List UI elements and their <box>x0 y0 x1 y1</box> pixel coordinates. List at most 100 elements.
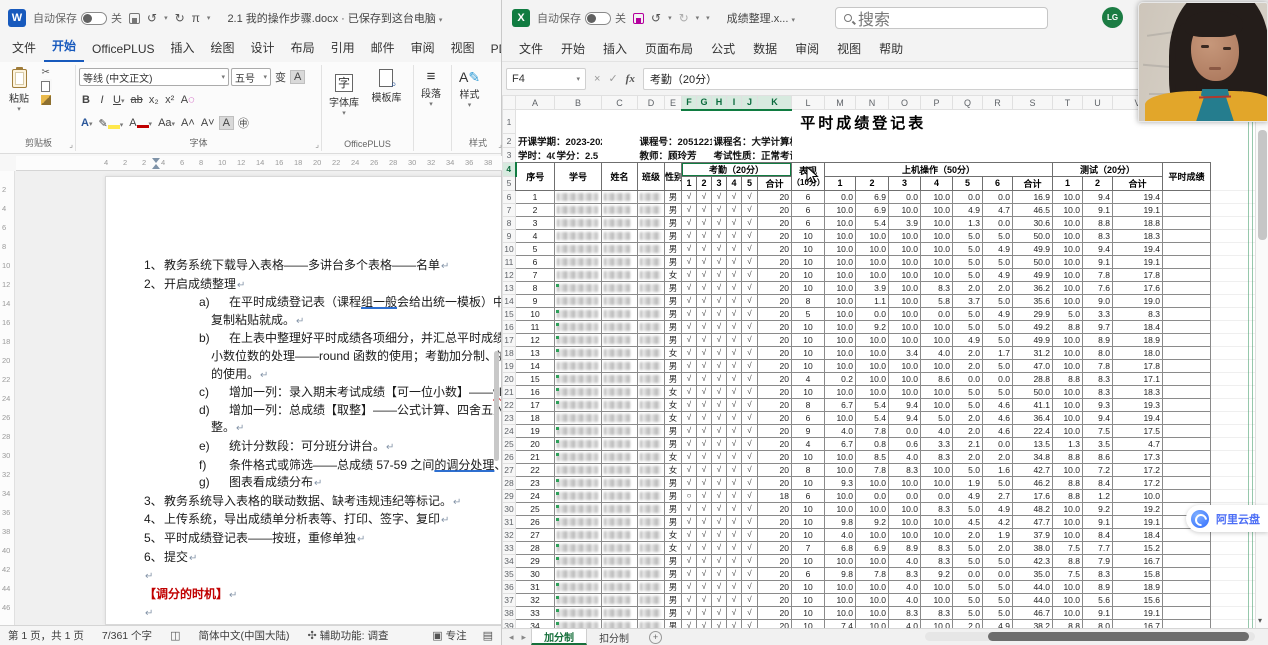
computer-score-cell[interactable]: 5.0 <box>953 398 983 411</box>
attendance-check-cell[interactable]: √ <box>682 580 697 593</box>
performance-cell[interactable]: 10 <box>792 346 825 359</box>
performance-cell[interactable]: 10 <box>792 515 825 528</box>
computer-score-cell[interactable]: 4.0 <box>889 450 921 463</box>
col-header-T[interactable]: T <box>1053 96 1083 110</box>
test1-cell[interactable]: 8.8 <box>1053 619 1083 628</box>
row-header-18[interactable]: 18 <box>503 346 516 359</box>
save-icon[interactable] <box>633 13 644 24</box>
test2-cell[interactable]: 8.9 <box>1083 333 1113 346</box>
attendance-check-cell[interactable]: √ <box>742 372 758 385</box>
student-id-blurred[interactable] <box>555 463 602 476</box>
computer-score-cell[interactable]: 5.0 <box>953 320 983 333</box>
horizontal-scrollbar-thumb[interactable] <box>988 632 1249 641</box>
computer-score-cell[interactable]: 5.0 <box>953 268 983 281</box>
info-cell[interactable]: 考试性质：正常考试 <box>712 148 792 163</box>
computer-score-cell[interactable]: 2.0 <box>953 450 983 463</box>
computer-score-cell[interactable]: 10.0 <box>921 268 953 281</box>
computer-score-cell[interactable]: 10.0 <box>825 203 856 216</box>
seq-cell[interactable]: 16 <box>516 385 555 398</box>
gender-cell[interactable]: 男 <box>665 606 682 619</box>
undo-icon[interactable]: ↺ <box>651 12 661 24</box>
attendance-sum-cell[interactable]: 20 <box>758 567 792 580</box>
total-score-cell[interactable] <box>1163 437 1211 450</box>
seq-cell[interactable]: 24 <box>516 489 555 502</box>
total-score-cell[interactable] <box>1163 580 1211 593</box>
seq-cell[interactable]: 3 <box>516 216 555 229</box>
computer-score-cell[interactable]: 10.0 <box>825 307 856 320</box>
spreadsheet-grid[interactable]: ABCDEFGHIJKLMNOPQRSTUVW1平时成绩登记表2开课学期：202… <box>502 95 1255 628</box>
sub-header[interactable]: 合计 <box>758 176 792 190</box>
tab-PDF[interactable]: PDF <box>483 38 501 62</box>
attendance-check-cell[interactable]: √ <box>727 606 742 619</box>
total-score-cell[interactable] <box>1163 320 1211 333</box>
computer-score-cell[interactable]: 4.0 <box>889 580 921 593</box>
proofing-icon[interactable]: ◫ <box>170 629 180 642</box>
gender-cell[interactable]: 男 <box>665 554 682 567</box>
attendance-check-cell[interactable]: √ <box>712 255 727 268</box>
attendance-sum-cell[interactable]: 20 <box>758 190 792 203</box>
attendance-check-cell[interactable]: √ <box>727 593 742 606</box>
row-header-28[interactable]: 28 <box>503 476 516 489</box>
attendance-check-cell[interactable]: √ <box>697 229 712 242</box>
computer-score-cell[interactable]: 1.7 <box>983 346 1013 359</box>
hanging-indent-marker[interactable] <box>152 164 160 169</box>
performance-cell[interactable]: 4 <box>792 372 825 385</box>
attendance-check-cell[interactable]: √ <box>727 307 742 320</box>
performance-cell[interactable]: 5 <box>792 307 825 320</box>
attendance-sum-cell[interactable]: 20 <box>758 320 792 333</box>
gender-cell[interactable]: 男 <box>665 281 682 294</box>
computer-score-cell[interactable]: 0.0 <box>889 190 921 203</box>
enclose-character-icon[interactable]: ㊥ <box>236 114 251 132</box>
attendance-check-cell[interactable]: √ <box>742 450 758 463</box>
performance-cell[interactable]: 6 <box>792 203 825 216</box>
computer-score-cell[interactable]: 10.0 <box>856 593 889 606</box>
class-blurred[interactable] <box>638 255 665 268</box>
attendance-check-cell[interactable]: √ <box>727 528 742 541</box>
computer-score-cell[interactable]: 2.0 <box>983 541 1013 554</box>
computer-score-cell[interactable]: 10.0 <box>825 411 856 424</box>
computer-score-cell[interactable]: 5.0 <box>953 255 983 268</box>
attendance-check-cell[interactable]: √ <box>682 554 697 567</box>
attendance-check-cell[interactable]: √ <box>742 346 758 359</box>
attendance-check-cell[interactable]: √ <box>742 567 758 580</box>
attendance-check-cell[interactable]: √ <box>697 320 712 333</box>
test1-cell[interactable]: 10.0 <box>1053 463 1083 476</box>
gender-cell[interactable]: 男 <box>665 255 682 268</box>
col-header-G[interactable]: G <box>697 96 712 110</box>
attendance-check-cell[interactable]: √ <box>727 450 742 463</box>
test1-cell[interactable]: 10.0 <box>1053 190 1083 203</box>
column-title[interactable]: 姓名 <box>602 162 638 190</box>
attendance-check-cell[interactable]: √ <box>697 203 712 216</box>
computer-score-cell[interactable]: 5.0 <box>953 541 983 554</box>
student-name-blurred[interactable] <box>602 489 638 502</box>
computer-score-cell[interactable]: 5.4 <box>856 398 889 411</box>
test1-cell[interactable]: 8.8 <box>1053 476 1083 489</box>
attendance-check-cell[interactable]: √ <box>712 333 727 346</box>
attendance-sum-cell[interactable]: 20 <box>758 281 792 294</box>
student-name-blurred[interactable] <box>602 580 638 593</box>
computer-score-cell[interactable]: 2.0 <box>953 359 983 372</box>
total-score-cell[interactable] <box>1163 593 1211 606</box>
class-blurred[interactable] <box>638 385 665 398</box>
tab-审阅[interactable]: 审阅 <box>786 36 828 61</box>
test2-cell[interactable]: 9.7 <box>1083 320 1113 333</box>
document-line[interactable]: ↵ <box>106 567 501 586</box>
attendance-check-cell[interactable]: √ <box>712 320 727 333</box>
test1-cell[interactable]: 10.0 <box>1053 515 1083 528</box>
computer-score-cell[interactable]: 1.9 <box>953 476 983 489</box>
attendance-check-cell[interactable]: √ <box>712 216 727 229</box>
computer-score-cell[interactable]: 10.0 <box>921 476 953 489</box>
test1-cell[interactable]: 8.8 <box>1053 320 1083 333</box>
computer-score-cell[interactable]: 10.0 <box>825 385 856 398</box>
document-line[interactable]: 1、教务系统下载导入表格——多讲台多个表格——名单↵ <box>106 257 501 276</box>
student-name-blurred[interactable] <box>602 359 638 372</box>
student-id-blurred[interactable] <box>555 476 602 489</box>
row-header-3[interactable]: 3 <box>503 148 516 163</box>
test-sum-cell[interactable]: 16.7 <box>1113 619 1163 628</box>
computer-sum-cell[interactable]: 34.8 <box>1013 450 1053 463</box>
performance-cell[interactable]: 8 <box>792 398 825 411</box>
student-id-blurred[interactable] <box>555 255 602 268</box>
attendance-check-cell[interactable]: √ <box>712 411 727 424</box>
attendance-check-cell[interactable]: √ <box>712 359 727 372</box>
student-id-blurred[interactable] <box>555 190 602 203</box>
